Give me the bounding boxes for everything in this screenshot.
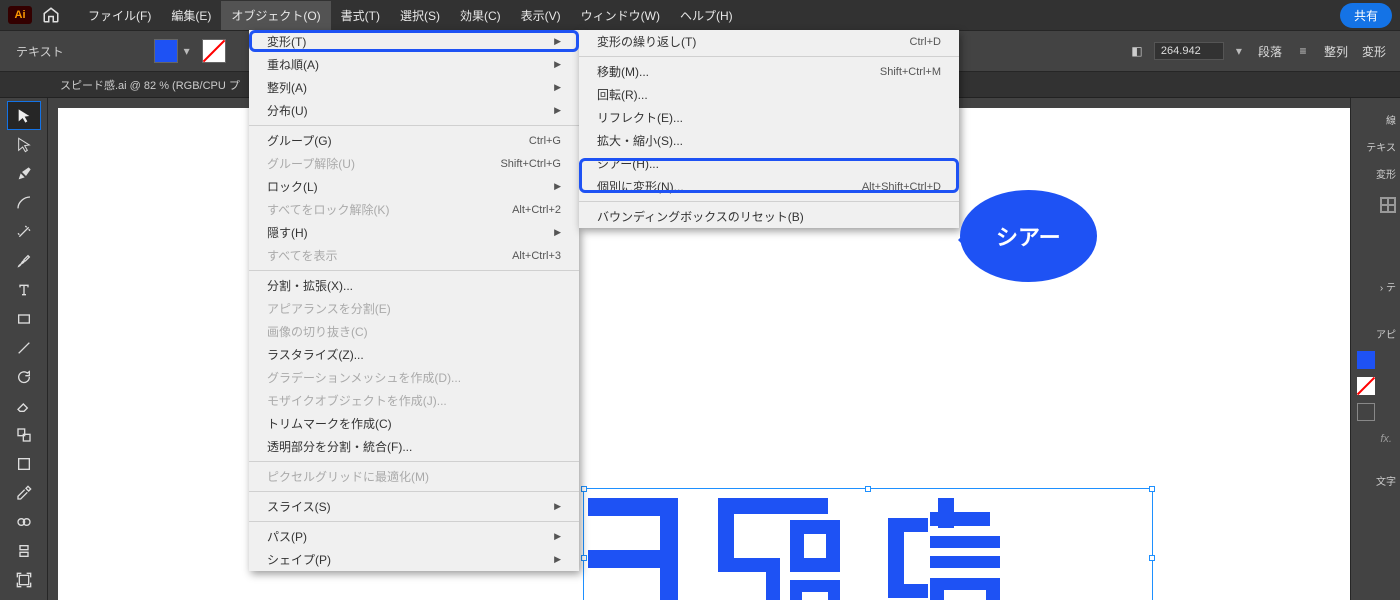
rtab-theme[interactable]: › テ — [1351, 273, 1400, 300]
menu-item: すべてをロック解除(K)Alt+Ctrl+2 — [249, 198, 579, 221]
share-button[interactable]: 共有 — [1340, 3, 1392, 28]
rtab-theme-label: テ — [1386, 283, 1396, 294]
menu-item[interactable]: シェイプ(P) — [249, 548, 579, 571]
fx-label[interactable]: fx. — [1359, 433, 1392, 445]
selection-bounding-box[interactable] — [583, 488, 1153, 600]
paragraph-label[interactable]: 段落 — [1258, 43, 1282, 60]
menu-item[interactable]: 透明部分を分割・統合(F)... — [249, 435, 579, 458]
appearance-stroke[interactable] — [1357, 377, 1375, 395]
app-logo: Ai — [8, 6, 32, 24]
menu-item[interactable]: 分布(U) — [249, 99, 579, 122]
menubar: Ai ファイル(F) 編集(E) オブジェクト(O) 書式(T) 選択(S) 効… — [0, 0, 1400, 30]
submenu-item[interactable]: 移動(M)...Shift+Ctrl+M — [579, 60, 959, 83]
artboard-tool[interactable] — [8, 566, 40, 593]
fill-dropdown-icon[interactable]: ▾ — [184, 44, 190, 58]
transform-label[interactable]: 変形 — [1362, 43, 1386, 60]
rotate-tool[interactable] — [8, 363, 40, 390]
appearance-fill[interactable] — [1357, 351, 1375, 369]
submenu-item[interactable]: 拡大・縮小(S)... — [579, 129, 959, 152]
menu-item[interactable]: スライス(S) — [249, 495, 579, 518]
appearance-opacity[interactable] — [1357, 403, 1375, 421]
rtab-transform[interactable]: 変形 — [1351, 160, 1400, 187]
submenu-item[interactable]: リフレクト(E)... — [579, 106, 959, 129]
rtab-stroke[interactable]: 線 — [1351, 106, 1400, 133]
menu-item[interactable]: 変形(T) — [249, 30, 579, 53]
menu-select[interactable]: 選択(S) — [390, 1, 450, 30]
menu-item: アピアランスを分割(E) — [249, 297, 579, 320]
menu-item[interactable]: 隠す(H) — [249, 221, 579, 244]
fill-swatch[interactable] — [154, 39, 178, 63]
submenu-item[interactable]: 回転(R)... — [579, 83, 959, 106]
menu-help[interactable]: ヘルプ(H) — [670, 1, 743, 30]
menu-item[interactable]: 重ね順(A) — [249, 53, 579, 76]
brush-tool[interactable] — [8, 247, 40, 274]
symbol-tool[interactable] — [8, 537, 40, 564]
menu-item: グラデーションメッシュを作成(D)... — [249, 366, 579, 389]
selection-tool[interactable] — [8, 102, 40, 129]
rtab-text[interactable]: テキス — [1351, 133, 1400, 160]
submenu-item[interactable]: シアー(H)... — [579, 152, 959, 175]
callout-bubble: シアー — [960, 190, 1097, 282]
menu-edit[interactable]: 編集(E) — [161, 1, 221, 30]
stroke-swatch[interactable] — [202, 39, 226, 63]
menu-object[interactable]: オブジェクト(O) — [221, 1, 330, 30]
tool-column — [0, 98, 48, 600]
menu-item[interactable]: ロック(L) — [249, 175, 579, 198]
home-icon[interactable] — [42, 6, 60, 24]
blend-tool[interactable] — [8, 508, 40, 535]
submenu-item[interactable]: 個別に変形(N)...Alt+Shift+Ctrl+D — [579, 175, 959, 198]
submenu-item[interactable]: 変形の繰り返し(T)Ctrl+D — [579, 30, 959, 53]
opacity-icon[interactable]: ◧ — [1126, 40, 1148, 62]
paragraph-icon[interactable]: ≡ — [1292, 40, 1314, 62]
menu-item[interactable]: 整列(A) — [249, 76, 579, 99]
menu-item[interactable]: パス(P) — [249, 525, 579, 548]
opacity-dropdown-icon[interactable]: ▾ — [1236, 44, 1242, 58]
gradient-tool[interactable] — [8, 450, 40, 477]
scale-tool[interactable] — [8, 421, 40, 448]
grid-icon[interactable] — [1380, 197, 1396, 213]
type-tool[interactable] — [8, 276, 40, 303]
align-label[interactable]: 整列 — [1324, 43, 1348, 60]
rectangle-tool[interactable] — [8, 305, 40, 332]
eraser-tool[interactable] — [8, 392, 40, 419]
menu-file[interactable]: ファイル(F) — [78, 1, 161, 30]
pen-tool[interactable] — [8, 160, 40, 187]
menu-item: モザイクオブジェクトを作成(J)... — [249, 389, 579, 412]
selection-label: テキスト — [16, 43, 64, 60]
app-logo-text: Ai — [15, 9, 26, 21]
line-tool[interactable] — [8, 334, 40, 361]
wand-tool[interactable] — [8, 218, 40, 245]
menu-item: グループ解除(U)Shift+Ctrl+G — [249, 152, 579, 175]
opacity-field[interactable] — [1154, 42, 1224, 60]
transform-submenu: 変形の繰り返し(T)Ctrl+D 移動(M)...Shift+Ctrl+M回転(R… — [579, 30, 959, 228]
right-panel: 線 テキス 変形 › テ アピ fx. 文字 — [1350, 98, 1400, 600]
curvature-tool[interactable] — [8, 189, 40, 216]
menu-item: すべてを表示Alt+Ctrl+3 — [249, 244, 579, 267]
submenu-item[interactable]: バウンディングボックスのリセット(B) — [579, 205, 959, 228]
menu-item[interactable]: 分割・拡張(X)... — [249, 274, 579, 297]
menu-type[interactable]: 書式(T) — [331, 1, 390, 30]
eyedropper-tool[interactable] — [8, 479, 40, 506]
menu-item[interactable]: ラスタライズ(Z)... — [249, 343, 579, 366]
menu-item: ピクセルグリッドに最適化(M) — [249, 465, 579, 488]
menu-effect[interactable]: 効果(C) — [450, 1, 511, 30]
rtab-appearance[interactable]: アピ — [1351, 320, 1400, 347]
menu-item[interactable]: トリムマークを作成(C) — [249, 412, 579, 435]
object-menu: 変形(T)重ね順(A)整列(A)分布(U) グループ(G)Ctrl+Gグループ解除… — [249, 30, 579, 571]
menu-view[interactable]: 表示(V) — [511, 1, 571, 30]
menu-item[interactable]: グループ(G)Ctrl+G — [249, 129, 579, 152]
menu-item: 画像の切り抜き(C) — [249, 320, 579, 343]
direct-selection-tool[interactable] — [8, 131, 40, 158]
menu-window[interactable]: ウィンドウ(W) — [571, 1, 670, 30]
rtab-char[interactable]: 文字 — [1351, 467, 1400, 494]
